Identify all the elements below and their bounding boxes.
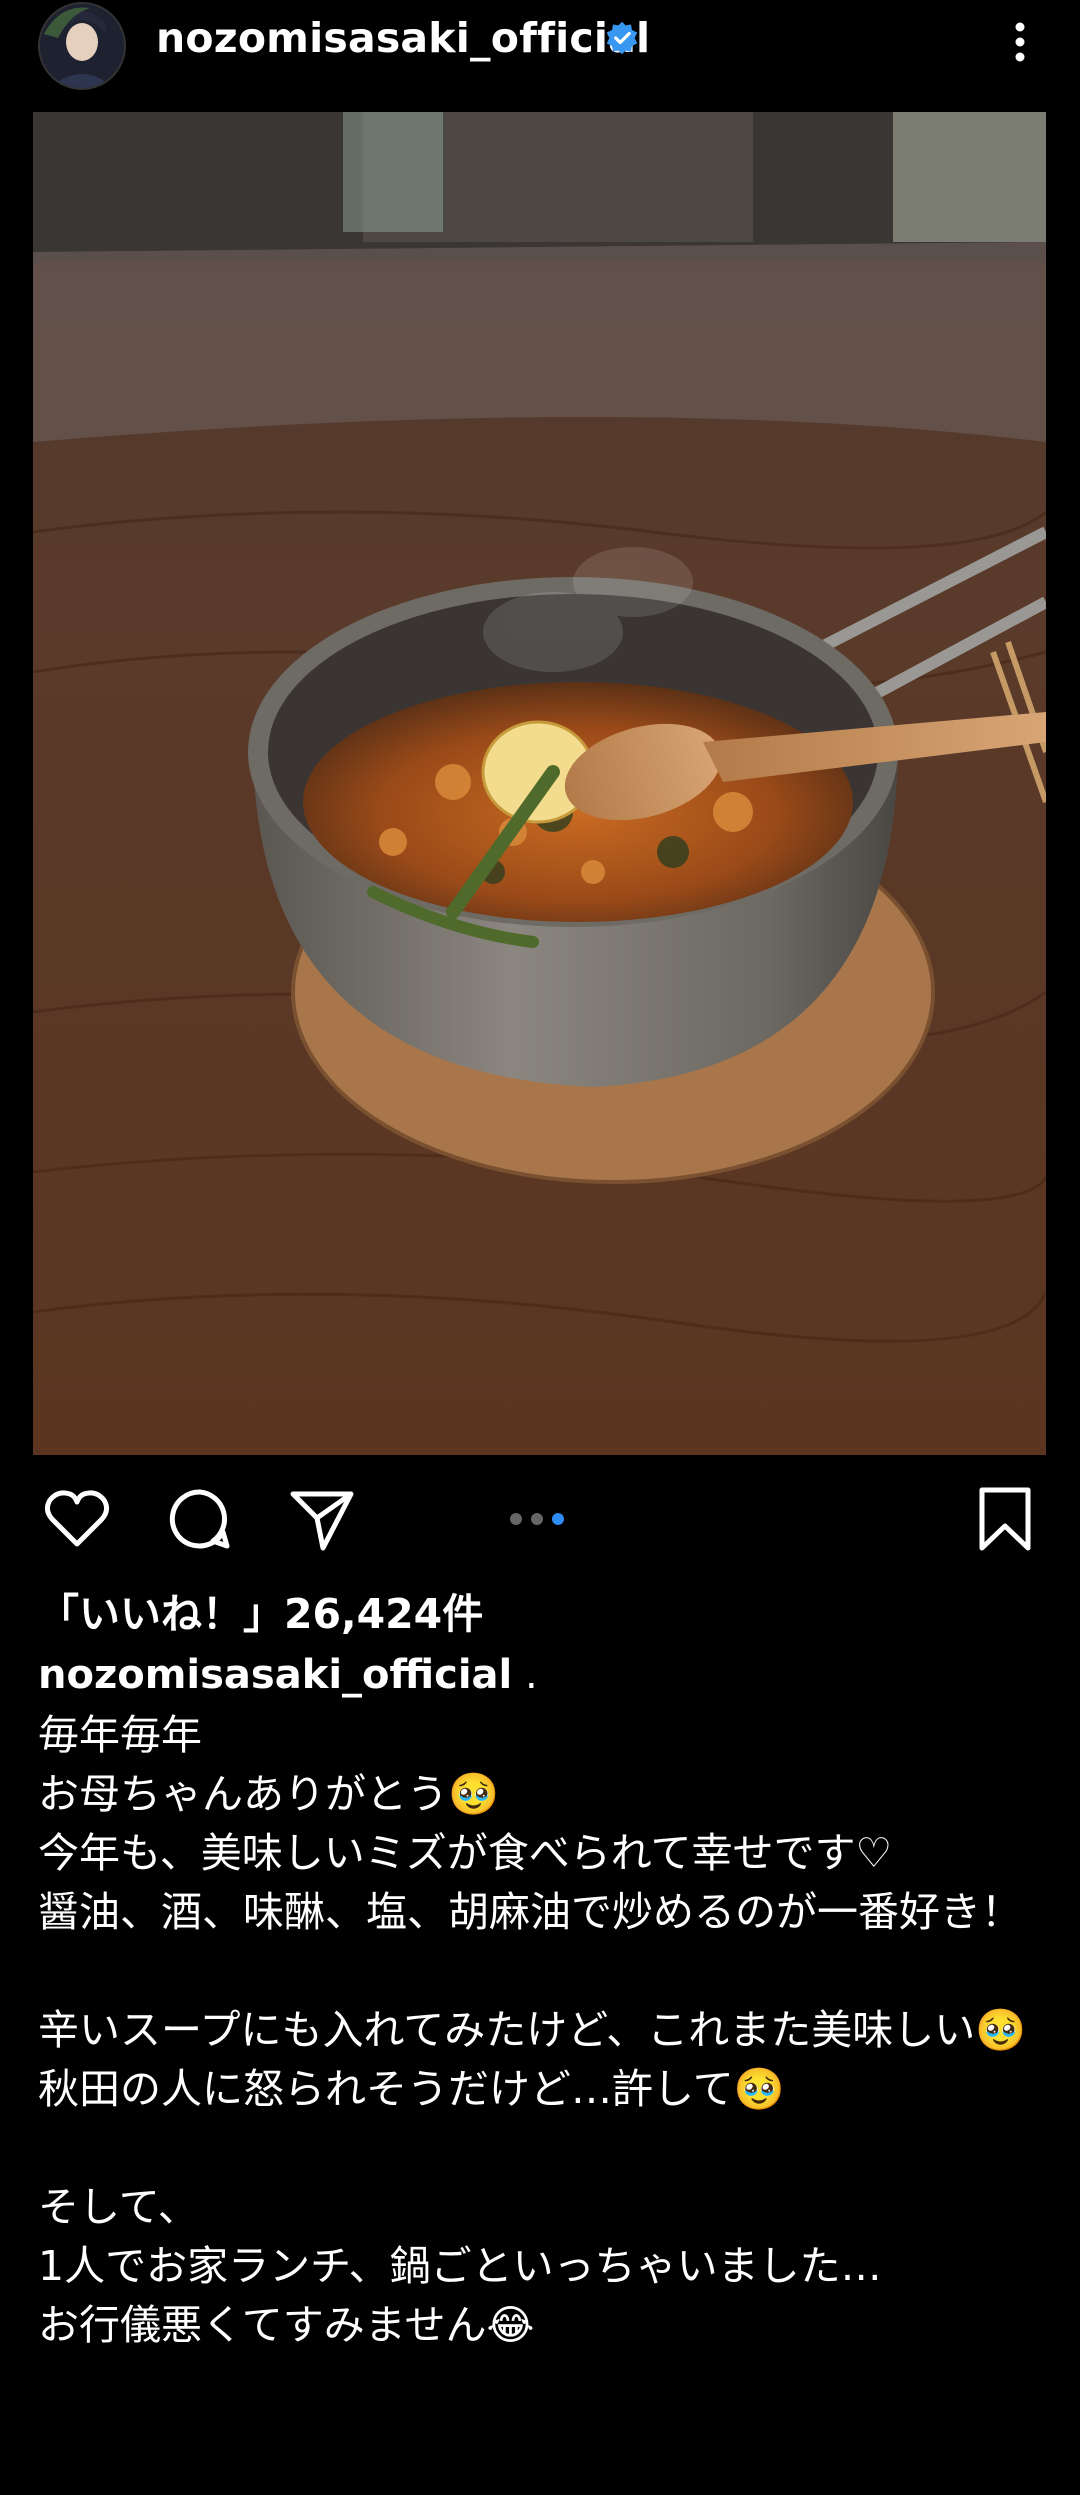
carousel-indicator bbox=[510, 1510, 573, 1529]
avatar[interactable] bbox=[38, 2, 126, 90]
heart-icon[interactable] bbox=[42, 1484, 112, 1554]
carousel-dot bbox=[531, 1513, 543, 1525]
caption-suffix: . bbox=[512, 1652, 538, 1698]
bookmark-icon[interactable] bbox=[970, 1484, 1040, 1554]
post-author-username[interactable]: nozomisasaki_official bbox=[156, 14, 650, 62]
post-header: nozomisasaki_official bbox=[0, 0, 1080, 112]
verified-badge-icon bbox=[606, 21, 638, 55]
post-photo[interactable] bbox=[33, 112, 1046, 1455]
like-count[interactable]: 「いいね！」26,424件 bbox=[38, 1580, 483, 1640]
post-caption: 毎年毎年 お母ちゃんありがとう🥹 今年も、美味しいミズが食べられて幸せです♡ 醤… bbox=[38, 1711, 1027, 2349]
comment-icon[interactable] bbox=[165, 1484, 235, 1554]
caption-username[interactable]: nozomisasaki_official bbox=[38, 1652, 512, 1698]
caption-author: nozomisasaki_official . bbox=[38, 1652, 538, 1698]
carousel-dot bbox=[510, 1513, 522, 1525]
more-options-icon[interactable] bbox=[1000, 12, 1040, 72]
carousel-dot-active bbox=[552, 1513, 564, 1525]
share-icon[interactable] bbox=[287, 1484, 357, 1554]
